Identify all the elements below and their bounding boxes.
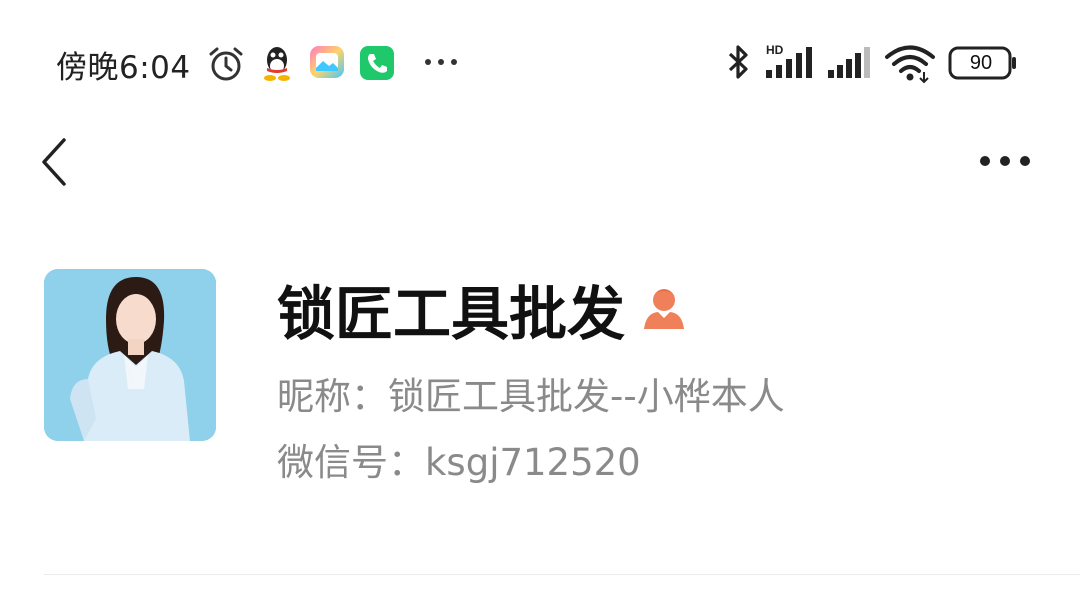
gallery-icon xyxy=(310,46,344,78)
nickname-line: 昵称：锁匠工具批发--小桦本人 xyxy=(277,372,785,422)
phone-app-icon xyxy=(360,46,394,80)
wechat-id-label: 微信号： xyxy=(277,441,425,484)
status-time: 傍晚6:04 xyxy=(56,50,191,86)
wechat-id-line: 微信号：ksgj712520 xyxy=(277,438,641,488)
nickname-value: 锁匠工具批发--小桦本人 xyxy=(388,375,785,418)
signal-icon xyxy=(828,47,870,78)
bluetooth-icon xyxy=(728,45,748,79)
divider xyxy=(44,574,1080,575)
more-notifications-icon xyxy=(425,59,457,65)
female-gender-icon xyxy=(644,289,684,329)
hd-signal-icon: HD xyxy=(766,43,812,78)
back-button[interactable] xyxy=(34,132,78,192)
alarm-icon xyxy=(209,47,243,81)
avatar[interactable] xyxy=(44,269,216,441)
profile-name: 锁匠工具批发 xyxy=(277,280,626,348)
more-options-button[interactable] xyxy=(976,146,1036,176)
nickname-label: 昵称： xyxy=(277,375,388,418)
qq-icon xyxy=(264,47,290,81)
back-chevron-icon xyxy=(42,138,66,186)
wifi-icon xyxy=(885,45,935,84)
wechat-id-value[interactable]: ksgj712520 xyxy=(425,441,641,484)
battery-level: 90 xyxy=(969,52,993,74)
status-bar: 傍晚6:04 HD 90 xyxy=(0,0,1080,120)
svg-text:HD: HD xyxy=(766,43,784,57)
more-dots-icon xyxy=(980,156,1030,166)
